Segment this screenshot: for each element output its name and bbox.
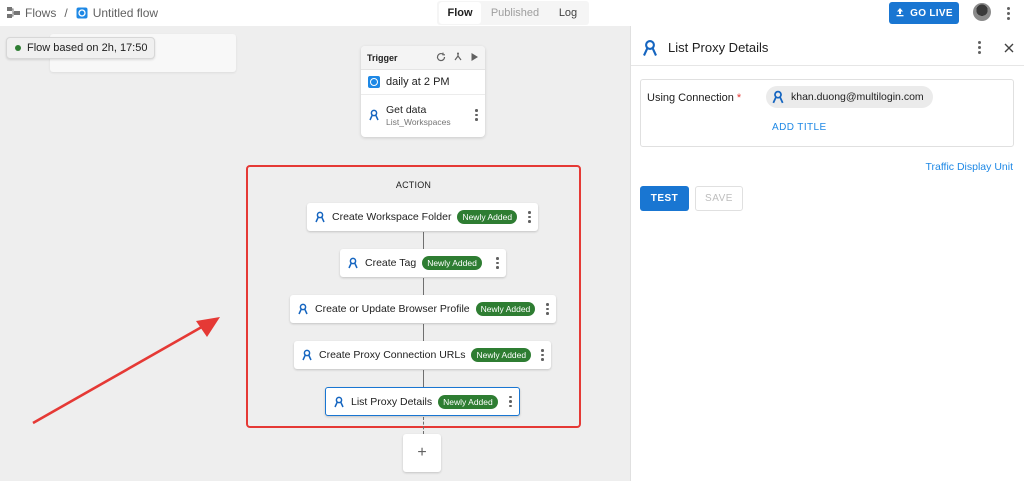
trigger-schedule-row[interactable]: daily at 2 PM [361, 70, 485, 95]
required-mark: * [736, 92, 742, 104]
trigger-step-text: Get data List_Workspaces [386, 104, 451, 127]
traffic-display-link[interactable]: Traffic Display Unit [925, 161, 1013, 173]
connector [423, 324, 424, 341]
action-step-label: Create Workspace Folder [332, 211, 452, 223]
panel-header: List Proxy Details [631, 30, 1024, 66]
breadcrumb: Flows / Untitled flow [7, 6, 158, 20]
connector-dashed [423, 417, 424, 434]
action-step[interactable]: Create Tag Newly Added [340, 249, 506, 277]
save-button[interactable]: SAVE [695, 186, 743, 211]
flow-title[interactable]: Untitled flow [93, 6, 158, 20]
trigger-step-subtitle: List_Workspaces [386, 116, 451, 127]
tab-published[interactable]: Published [481, 2, 549, 24]
multilogin-icon [347, 257, 359, 269]
schedule-icon [368, 76, 380, 88]
refresh-icon[interactable] [436, 52, 446, 64]
action-step[interactable]: Create Workspace Folder Newly Added [307, 203, 538, 231]
newly-added-badge: Newly Added [457, 210, 518, 224]
multilogin-icon [297, 303, 309, 315]
trigger-header: Trigger [361, 46, 485, 70]
go-live-button[interactable]: GO LIVE [889, 2, 959, 24]
multilogin-icon [301, 349, 313, 361]
connection-label: Using Connection * [647, 92, 741, 104]
go-live-label: GO LIVE [910, 7, 953, 19]
multilogin-icon [771, 90, 785, 104]
newly-added-badge: Newly Added [438, 394, 498, 409]
multilogin-icon [314, 211, 326, 223]
kebab-icon[interactable] [509, 395, 512, 408]
action-step-label: List Proxy Details [351, 395, 433, 408]
kebab-icon[interactable] [528, 211, 531, 223]
connector [423, 278, 424, 295]
newly-added-badge: Newly Added [475, 302, 536, 316]
trigger-step-row[interactable]: Get data List_Workspaces [361, 95, 485, 135]
connection-value: khan.duong@multilogin.com [791, 91, 924, 103]
kebab-icon[interactable] [475, 109, 478, 121]
play-icon[interactable] [470, 52, 479, 64]
kebab-icon[interactable] [546, 303, 549, 315]
add-step-button[interactable]: + [403, 434, 441, 472]
panel-title: List Proxy Details [668, 40, 769, 55]
connection-label-text: Using Connection [647, 92, 734, 104]
trigger-step-title: Get data [386, 103, 427, 116]
kebab-icon[interactable] [541, 349, 544, 361]
breadcrumb-root[interactable]: Flows [25, 6, 56, 20]
action-step[interactable]: Create or Update Browser Profile Newly A… [290, 295, 556, 323]
arrow-annotation [32, 317, 220, 425]
branch-icon[interactable] [453, 52, 463, 64]
newly-added-badge: Newly Added [471, 348, 532, 362]
connector [423, 232, 424, 249]
kebab-icon[interactable] [496, 257, 499, 269]
view-tabs: Flow Published Log [437, 1, 589, 25]
tab-log[interactable]: Log [549, 2, 587, 24]
multilogin-icon [641, 39, 659, 57]
avatar[interactable] [973, 3, 991, 21]
action-step-selected[interactable]: List Proxy Details Newly Added [325, 387, 520, 416]
action-step-label: Create or Update Browser Profile [315, 303, 470, 315]
add-title-link[interactable]: ADD TITLE [772, 122, 827, 133]
newly-added-badge: Newly Added [422, 256, 482, 270]
close-icon[interactable] [1004, 40, 1014, 56]
kebab-icon[interactable] [978, 41, 981, 54]
flows-icon [7, 7, 20, 19]
kebab-icon[interactable] [1007, 7, 1010, 20]
trigger-label: Trigger [367, 52, 398, 63]
trigger-card[interactable]: Trigger daily at 2 PM Get data List_Work… [361, 46, 485, 137]
flow-status-text: Flow based on 2h, 17:50 [27, 42, 148, 54]
multilogin-icon [368, 109, 380, 121]
status-dot-icon [15, 45, 21, 51]
connector [423, 370, 424, 387]
flow-doc-icon [76, 7, 88, 19]
flow-status-chip[interactable]: Flow based on 2h, 17:50 [6, 37, 156, 59]
multilogin-icon [333, 396, 345, 408]
test-button[interactable]: TEST [640, 186, 689, 211]
action-step-label: Create Tag [365, 257, 417, 269]
breadcrumb-separator: / [64, 6, 68, 20]
connection-chip[interactable]: khan.duong@multilogin.com [766, 86, 933, 108]
action-step[interactable]: Create Proxy Connection URLs Newly Added [294, 341, 551, 369]
action-title: ACTION [395, 180, 432, 190]
tab-flow[interactable]: Flow [439, 2, 481, 24]
action-step-label: Create Proxy Connection URLs [319, 349, 466, 361]
trigger-schedule: daily at 2 PM [386, 76, 450, 88]
upload-icon [895, 7, 905, 20]
